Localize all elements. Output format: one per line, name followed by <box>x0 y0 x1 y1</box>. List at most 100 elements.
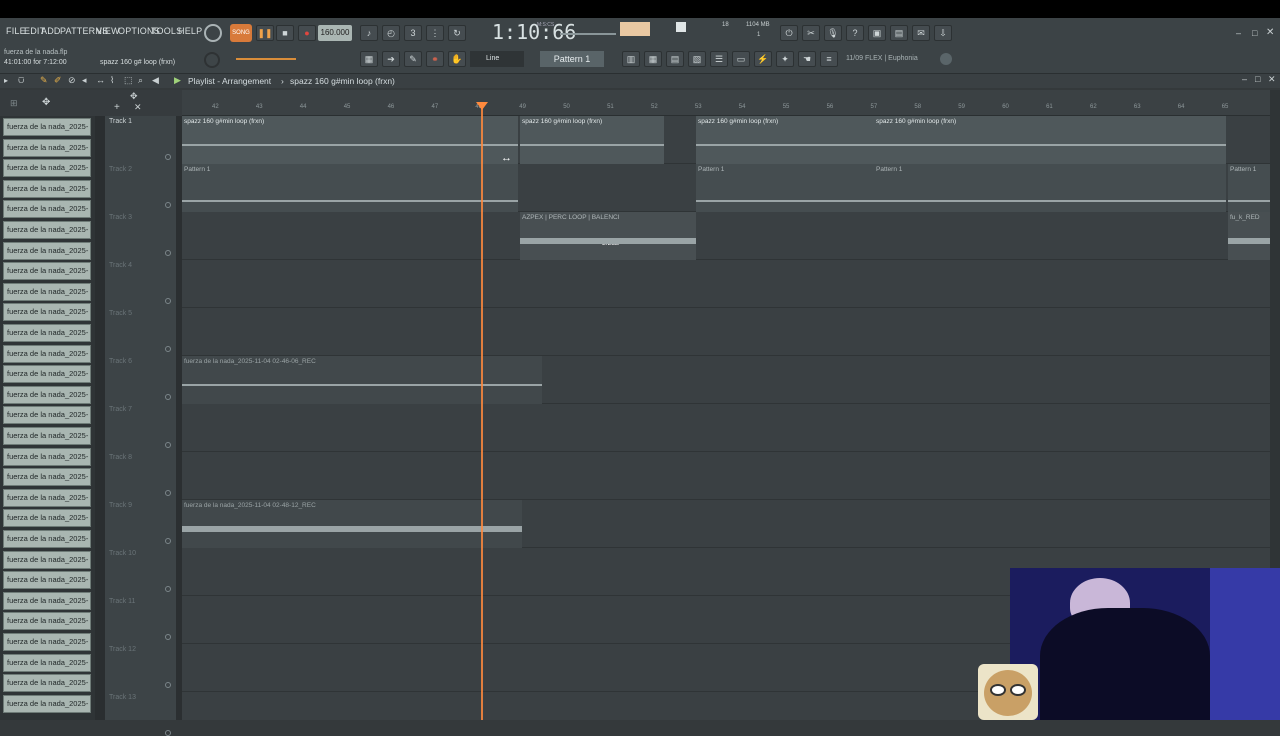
picker-item[interactable]: fuerza de la nada_2025- <box>3 138 91 157</box>
browser-toggle-icon[interactable]: ⊞ <box>10 98 18 109</box>
picker-item[interactable]: fuerza de la nada_2025- <box>3 468 91 487</box>
menu-add[interactable]: ADD <box>41 26 61 36</box>
arrow-right-icon[interactable]: ➔ <box>382 51 400 67</box>
track-mute-icon[interactable] <box>165 634 171 640</box>
playlist-play-icon[interactable]: ▶ <box>174 75 181 86</box>
track-name[interactable]: Track 6 <box>109 358 132 365</box>
picker-item[interactable]: fuerza de la nada_2025- <box>3 118 91 136</box>
track-name[interactable]: Track 9 <box>109 502 132 509</box>
track-name[interactable]: Track 5 <box>109 310 132 317</box>
channel-rack-icon[interactable]: ▦ <box>644 51 662 67</box>
picker-item[interactable]: fuerza de la nada_2025- <box>3 653 91 672</box>
picker-scrollbar[interactable] <box>95 116 105 720</box>
globe-icon[interactable] <box>940 53 952 65</box>
hand-icon[interactable]: ✋ <box>448 51 466 67</box>
menu-view[interactable]: VIEW <box>96 26 120 36</box>
mixer-icon[interactable]: ▥ <box>622 51 640 67</box>
tempo-display[interactable]: 160.000 <box>318 25 352 41</box>
master-volume-knob[interactable] <box>204 24 222 42</box>
snap-select[interactable]: Line <box>470 51 524 67</box>
playlist-close-icon[interactable]: ✕ <box>1268 74 1276 85</box>
power-icon[interactable]: ⏻ <box>780 25 798 41</box>
delete-tool-icon[interactable]: ⊘ <box>68 75 76 86</box>
track-name[interactable]: Track 2 <box>109 166 132 173</box>
track-mute-icon[interactable] <box>165 346 171 352</box>
track-mute-icon[interactable] <box>165 154 171 160</box>
pattern-clip[interactable]: Pattern 1 <box>696 164 874 212</box>
picker-item[interactable]: fuerza de la nada_2025- <box>3 571 91 590</box>
picker-item[interactable]: fuerza de la nada_2025- <box>3 633 91 651</box>
track-mute-icon[interactable] <box>165 490 171 496</box>
pencil-icon[interactable]: ✎ <box>404 51 422 67</box>
track-mute-icon[interactable] <box>165 298 171 304</box>
playlist-icon[interactable]: ☰ <box>710 51 728 67</box>
master-volume-slider[interactable] <box>236 58 296 60</box>
mute-tool-icon[interactable]: ◂ <box>82 75 87 86</box>
track-mute-icon[interactable] <box>165 730 171 736</box>
track-name[interactable]: Track 8 <box>109 454 132 461</box>
picker-item[interactable]: fuerza de la nada_2025- <box>3 221 91 239</box>
picker-item[interactable]: fuerza de la nada_2025- <box>3 550 91 569</box>
wait-input-icon[interactable]: ◴ <box>382 25 400 41</box>
pattern-clip[interactable]: Pattern 1 <box>874 164 1226 212</box>
picker-item[interactable]: fuerza de la nada_2025- <box>3 365 91 384</box>
song-mode-toggle[interactable]: SONG <box>230 24 252 42</box>
microphone-icon[interactable]: 🎙 <box>824 25 842 41</box>
step-edit-icon[interactable]: ⋮ <box>426 25 444 41</box>
picker-item[interactable]: fuerza de la nada_2025- <box>3 488 91 507</box>
track-mute-icon[interactable] <box>165 586 171 592</box>
picker-item[interactable]: fuerza de la nada_2025- <box>3 509 91 528</box>
picker-item[interactable]: fuerza de la nada_2025- <box>3 385 91 404</box>
track-name[interactable]: Track 3 <box>109 214 132 221</box>
menu-help[interactable]: HELP <box>178 26 202 36</box>
pattern-clip[interactable]: Pattern 1 <box>1228 164 1270 212</box>
move-icon[interactable]: ✥ <box>42 97 50 108</box>
picker-item[interactable]: fuerza de la nada_2025- <box>3 447 91 466</box>
picker-item[interactable]: fuerza de la nada_2025- <box>3 406 91 425</box>
track-mute-icon[interactable] <box>165 538 171 544</box>
track-name[interactable]: Track 10 <box>109 550 136 557</box>
master-pitch-knob[interactable] <box>204 52 220 68</box>
magnet-icon[interactable]: ⩂ <box>18 75 24 86</box>
audio-clip[interactable]: fuerza de la nada_2025-11-04 02-48-12_RE… <box>182 500 522 548</box>
picker-item[interactable]: fuerza de la nada_2025- <box>3 262 91 281</box>
zoom-fit-icon[interactable]: ✥ <box>130 91 138 102</box>
picker-item[interactable]: fuerza de la nada_2025- <box>3 282 91 301</box>
audio-clip[interactable]: spazz 160 g#min loop (frxn) <box>874 116 1226 164</box>
picker-item[interactable]: fuerza de la nada_2025- <box>3 179 91 198</box>
stop-button[interactable]: ■ <box>276 25 294 41</box>
play-button[interactable]: ❚❚ <box>256 25 274 41</box>
picker-item[interactable]: fuerza de la nada_2025- <box>3 612 91 631</box>
track-name[interactable]: Track 4 <box>109 262 132 269</box>
picker-item[interactable]: fuerza de la nada_2025- <box>3 427 91 445</box>
tool-icon[interactable]: ✦ <box>776 51 794 67</box>
menu-file[interactable]: FILE <box>6 26 26 36</box>
audio-clip[interactable]: spazz 160 g#min loop (frxn) <box>182 116 518 164</box>
help-icon[interactable]: ? <box>846 25 864 41</box>
paint-tool-icon[interactable]: ✐ <box>54 75 62 86</box>
maximize-icon[interactable]: □ <box>1252 28 1257 38</box>
select-tool-icon[interactable]: ⬚ <box>124 75 133 86</box>
track-mute-icon[interactable] <box>165 442 171 448</box>
track-mute-icon[interactable] <box>165 682 171 688</box>
draw-tool-icon[interactable]: ✎ <box>40 75 48 86</box>
piano-roll-icon[interactable]: ▦ <box>360 51 378 67</box>
collapse-icon[interactable]: ✕ <box>134 102 142 113</box>
loop-record-icon[interactable]: ↻ <box>448 25 466 41</box>
track-name[interactable]: Track 11 <box>109 598 135 605</box>
audio-clip[interactable]: spazz 160 g#min loop (frxn) <box>520 116 664 164</box>
hand-tool-icon[interactable]: ☚ <box>798 51 816 67</box>
plugin-icon[interactable]: ▤ <box>890 25 908 41</box>
plug-icon[interactable]: ⚡ <box>754 51 772 67</box>
zoom-tool-icon[interactable]: ⌕ <box>138 75 143 86</box>
slip-tool-icon[interactable]: ↔ <box>96 75 105 85</box>
audio-clip[interactable]: fu_k_RED <box>1228 212 1270 260</box>
track-mute-icon[interactable] <box>165 394 171 400</box>
picker-item[interactable]: fuerza de la nada_2025- <box>3 200 91 219</box>
slice-tool-icon[interactable]: ⌇ <box>110 75 114 86</box>
track-name[interactable]: Track 13 <box>109 694 136 701</box>
countdown-icon[interactable]: 3 <box>404 25 422 41</box>
track-mute-icon[interactable] <box>165 202 171 208</box>
picker-item[interactable]: fuerza de la nada_2025- <box>3 591 91 610</box>
playlist-minimize-icon[interactable]: – <box>1242 74 1247 84</box>
